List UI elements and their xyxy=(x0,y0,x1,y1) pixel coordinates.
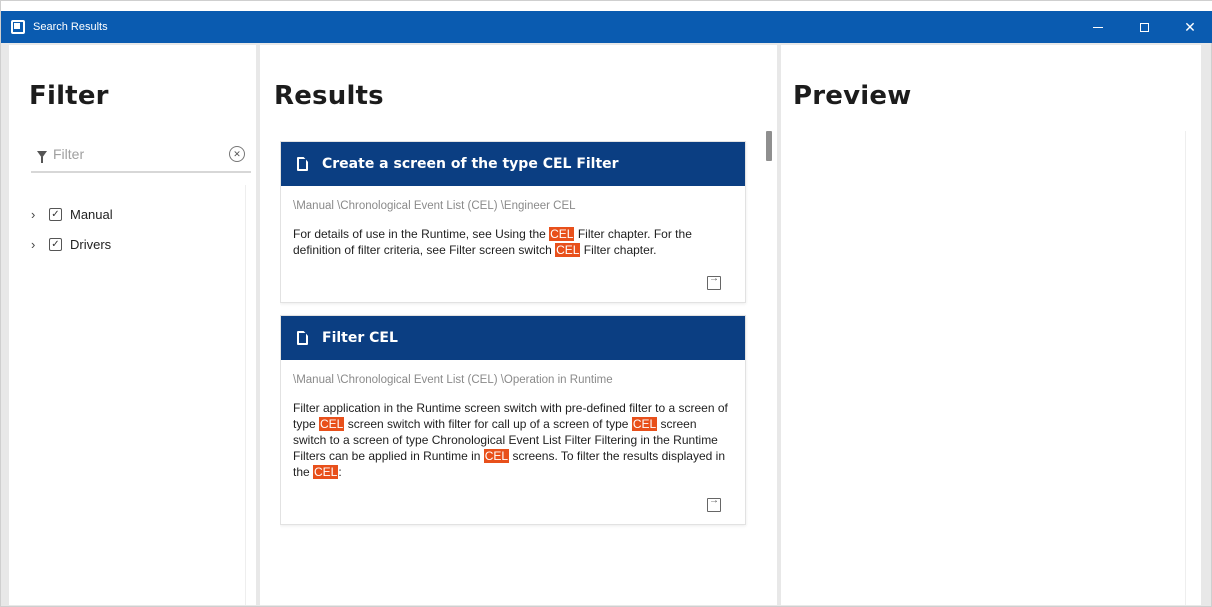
result-card-header[interactable]: Create a screen of the type CEL Filter xyxy=(281,142,745,186)
result-card-footer xyxy=(281,480,745,524)
funnel-icon xyxy=(37,150,47,163)
close-button[interactable]: ✕ xyxy=(1167,11,1212,43)
results-list[interactable]: Create a screen of the type CEL Filter \… xyxy=(280,141,748,605)
clear-filter-icon[interactable]: ✕ xyxy=(229,146,245,162)
tree-item-label: Drivers xyxy=(70,236,112,252)
search-term-highlight: CEL xyxy=(631,417,658,431)
snippet-text: For details of use in the Runtime, see U… xyxy=(293,227,550,241)
close-icon: ✕ xyxy=(1184,18,1196,35)
window-controls: ✕ xyxy=(1075,11,1212,43)
tree-item-label: Manual xyxy=(70,206,113,222)
result-title[interactable]: Create a screen of the type CEL Filter xyxy=(322,156,619,172)
window-title: Search Results xyxy=(33,21,108,33)
results-pane: Results Create a screen of the type CEL … xyxy=(260,45,777,605)
result-title[interactable]: Filter CEL xyxy=(322,330,398,346)
result-path: \Manual \Chronological Event List (CEL) … xyxy=(293,374,613,386)
results-heading: Results xyxy=(274,81,384,111)
title-bar[interactable]: Search Results ✕ xyxy=(1,11,1212,43)
drivers-checkbox[interactable]: ✓ xyxy=(49,237,62,251)
document-icon xyxy=(297,157,308,171)
result-path: \Manual \Chronological Event List (CEL) … xyxy=(293,200,576,212)
filter-input[interactable] xyxy=(51,145,215,163)
search-term-highlight: CEL xyxy=(483,449,510,463)
filter-pane: Filter ✕ › ✓ Manual › ✓ Drivers xyxy=(9,45,256,605)
search-term-highlight: CEL xyxy=(549,227,575,241)
chevron-right-icon[interactable]: › xyxy=(31,237,45,252)
divider xyxy=(245,185,246,605)
search-results-window: Search Results ✕ Filter ✕ › ✓ Manual xyxy=(0,0,1212,607)
result-snippet: Filter application in the Runtime screen… xyxy=(281,386,745,480)
app-icon xyxy=(11,20,25,34)
search-term-highlight: CEL xyxy=(319,417,345,431)
result-snippet: For details of use in the Runtime, see U… xyxy=(281,212,745,258)
chevron-right-icon[interactable]: › xyxy=(31,207,45,222)
result-card[interactable]: Filter CEL \Manual \Chronological Event … xyxy=(280,315,746,525)
result-card-header[interactable]: Filter CEL xyxy=(281,316,745,360)
manual-checkbox[interactable]: ✓ xyxy=(49,207,62,221)
maximize-button[interactable] xyxy=(1121,11,1167,43)
snippet-text: screen switch with filter for call up of… xyxy=(344,417,632,431)
tree-item-manual[interactable]: › ✓ Manual xyxy=(31,199,246,229)
filter-search-box[interactable]: ✕ xyxy=(31,137,251,173)
tree-item-drivers[interactable]: › ✓ Drivers xyxy=(31,229,246,259)
open-in-preview-icon[interactable] xyxy=(707,273,721,290)
result-card-footer xyxy=(281,258,745,302)
filter-heading: Filter xyxy=(29,81,109,111)
minimize-button[interactable] xyxy=(1075,11,1121,43)
document-icon xyxy=(297,331,308,345)
preview-pane: Preview xyxy=(781,45,1201,605)
filter-tree: › ✓ Manual › ✓ Drivers xyxy=(31,199,246,259)
results-scrollbar[interactable] xyxy=(766,131,772,161)
top-strip xyxy=(1,1,1212,11)
maximize-icon xyxy=(1139,22,1149,32)
search-term-highlight: CEL xyxy=(313,465,339,479)
open-in-preview-icon[interactable] xyxy=(707,495,721,512)
search-term-highlight: CEL xyxy=(555,243,581,257)
snippet-text: : xyxy=(338,465,342,479)
minimize-icon xyxy=(1093,26,1103,28)
result-card[interactable]: Create a screen of the type CEL Filter \… xyxy=(280,141,746,303)
preview-heading: Preview xyxy=(793,81,912,111)
divider xyxy=(1185,131,1186,605)
snippet-text: Filter chapter. xyxy=(580,243,657,257)
